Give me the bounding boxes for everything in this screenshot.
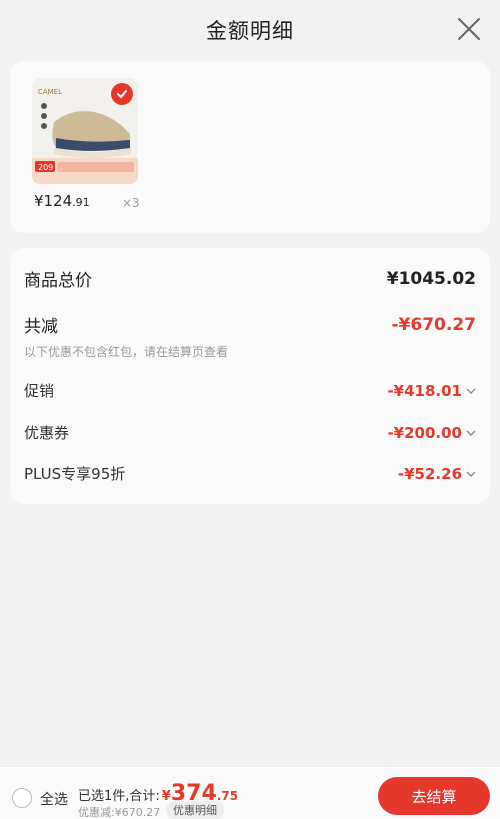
checkout-bar: 全选 已选1件,合计: ¥374.75 优惠减:¥670.27 优惠明细 去结算 xyxy=(0,766,500,819)
product-card: CAMEL 209 ¥124.91 ×3 xyxy=(10,61,490,233)
product-image[interactable]: CAMEL 209 xyxy=(32,78,138,184)
tag-price: 209 xyxy=(38,163,53,172)
plus-row[interactable]: PLUS专享95折 -¥52.26 xyxy=(24,463,476,484)
svg-text:CAMEL: CAMEL xyxy=(38,88,62,96)
coupon-row[interactable]: 优惠券 -¥200.00 xyxy=(24,422,476,443)
total-value: ¥1045.02 xyxy=(386,268,476,289)
total-row: 商品总价 ¥1045.02 xyxy=(24,266,476,292)
selected-check-icon[interactable] xyxy=(111,83,133,105)
header: 金额明细 xyxy=(0,0,500,60)
discount-label: 共减 xyxy=(24,317,58,337)
discount-row: 共减 -¥670.27 xyxy=(24,312,477,338)
amount-dec: .75 xyxy=(216,789,239,803)
close-icon[interactable] xyxy=(456,16,482,42)
coupon-label: 优惠券 xyxy=(24,424,70,442)
promo-value: -¥418.01 xyxy=(387,381,462,400)
summary-card: 商品总价 ¥1045.02 共减 -¥670.27 以下优惠不包含红包，请在结算… xyxy=(10,248,490,504)
page-title: 金额明细 xyxy=(206,19,294,43)
discount-note: 以下优惠不包含红包，请在结算页查看 xyxy=(24,345,229,359)
product-price: ¥124.91 xyxy=(34,192,90,210)
select-all-label[interactable]: 全选 xyxy=(40,789,68,809)
chevron-down-icon xyxy=(466,388,476,394)
price-dec: .91 xyxy=(72,196,90,209)
plus-value: -¥52.26 xyxy=(397,464,462,483)
discount-line: 优惠减:¥670.27 xyxy=(78,806,161,819)
chevron-down-icon xyxy=(466,430,476,436)
total-label: 商品总价 xyxy=(24,271,92,291)
coupon-value: -¥200.00 xyxy=(387,423,462,442)
chevron-down-icon xyxy=(466,471,476,477)
plus-label: PLUS专享95折 xyxy=(24,465,126,483)
checkout-button[interactable]: 去结算 xyxy=(378,777,490,815)
price-int: ¥124 xyxy=(34,192,73,210)
select-all-radio[interactable] xyxy=(12,788,32,808)
selected-text: 已选1件,合计: xyxy=(78,789,160,804)
discount-value: -¥670.27 xyxy=(391,314,477,335)
discount-detail-button[interactable]: 优惠明细 xyxy=(166,801,224,819)
promo-row[interactable]: 促销 -¥418.01 xyxy=(24,380,476,401)
product-quantity: ×3 xyxy=(122,196,140,210)
promo-label: 促销 xyxy=(24,382,55,400)
